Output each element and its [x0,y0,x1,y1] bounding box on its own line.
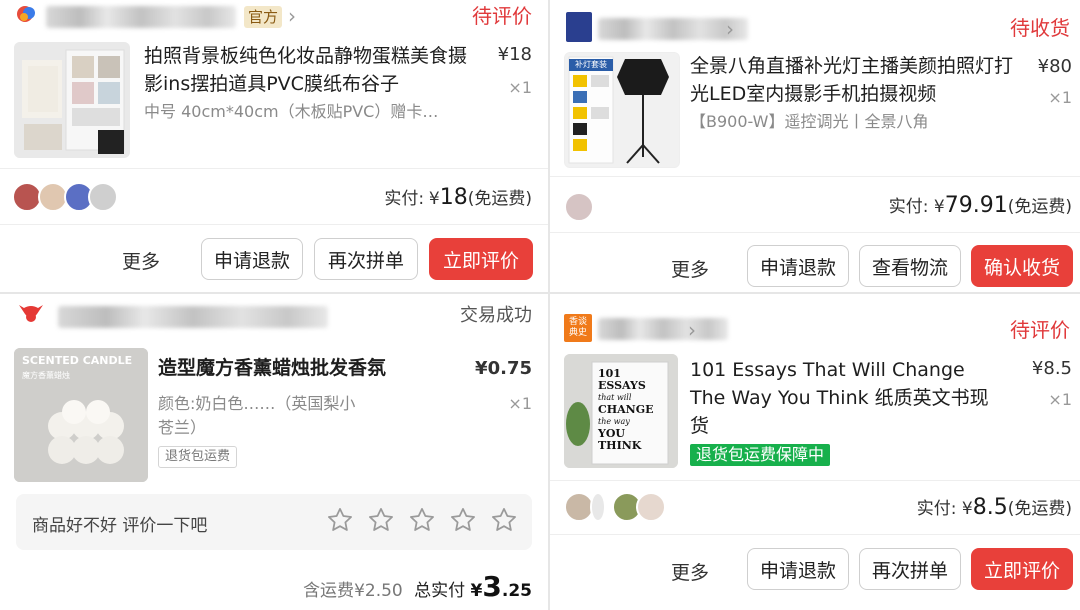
product-thumbnail[interactable]: 补灯套装 [564,52,680,168]
product-spec[interactable]: 中号 40cm*40cm（木板贴PVC）赠卡… [144,100,482,124]
paid-amount: 实付: ¥8.5(免运费) [916,495,1072,520]
avatar [88,182,118,212]
paid-amount: 实付: ¥18(免运费) [384,185,532,210]
order-status: 待收货 [1010,16,1070,40]
return-shipping-guarantee-tag: 退货包运费保障中 [690,444,831,466]
shop-logo[interactable] [16,302,46,328]
product-thumbnail[interactable]: 101 ESSAYS that will CHANGE the way YOU … [564,354,678,468]
product-quantity: ×1 [508,394,532,413]
more-button[interactable]: 更多 [122,247,160,274]
thumbnail-sublabel: 魔方香薰蜡烛 [22,371,70,380]
review-prompt-text: 商品好不好 评价一下吧 [32,516,208,536]
thumbnail-label: 补灯套装 [569,59,613,71]
chevron-right-icon[interactable]: › [726,19,734,39]
order-status: 待评价 [1010,318,1070,342]
product-price: ¥8.5 [1031,358,1072,379]
avatar [590,492,606,522]
book-cover-text: 101 ESSAYS that will CHANGE the way YOU … [598,367,654,452]
more-button[interactable]: 更多 [671,255,709,282]
refund-button[interactable]: 申请退款 [747,548,849,590]
shop-logo[interactable] [566,12,592,42]
product-title[interactable]: 造型魔方香薰蜡烛批发香氛 [158,354,386,382]
product-quantity: ×1 [508,78,532,97]
product-thumbnail[interactable] [14,42,130,158]
product-quantity: ×1 [1048,88,1072,107]
review-button[interactable]: 立即评价 [971,548,1073,590]
refund-button[interactable]: 申请退款 [201,238,303,280]
product-price: ¥80 [1037,56,1072,77]
chevron-right-icon[interactable]: › [288,6,296,26]
review-prompt-box[interactable]: 商品好不好 评价一下吧 [16,494,532,550]
star-icon[interactable] [449,506,477,538]
divider [550,480,1080,481]
order-total: 含运费¥2.50 总实付 ¥3.25 [303,570,532,603]
product-spec[interactable]: 颜色:奶白色……（英国梨小苍兰） [158,392,370,440]
product-thumbnail[interactable]: SCENTED CANDLE 魔方香薰蜡烛 [14,348,148,482]
product-title[interactable]: 101 Essays That Will Change The Way You … [690,356,1000,440]
order-card-1: 官方 › 待评价 拍照背景板纯色化妆品静物蛋糕美食摄影ins摆拍道具PVC膜纸布… [0,0,548,292]
product-quantity: ×1 [1048,390,1072,409]
star-rating[interactable] [326,506,518,538]
product-price: ¥0.75 [475,358,532,379]
avatar [636,492,666,522]
reorder-button[interactable]: 再次拼单 [314,238,418,280]
product-title[interactable]: 拍照背景板纯色化妆品静物蛋糕美食摄影ins摆拍道具PVC膜纸布谷子 [144,42,482,98]
divider [0,168,548,169]
shop-name[interactable] [598,318,728,340]
avatar[interactable] [564,192,594,222]
confirm-receipt-button[interactable]: 确认收货 [971,245,1073,287]
paid-amount: 实付: ¥79.91(免运费) [888,193,1072,218]
official-badge: 官方 [244,6,282,28]
star-icon[interactable] [326,506,354,538]
shop-name[interactable] [58,306,328,328]
logistics-button[interactable]: 查看物流 [859,245,961,287]
order-card-2: › 待收货 补灯套装 全景八角直播补光灯主播美颜拍照灯打光LED室内摄影手机拍摄… [550,0,1080,292]
thumbnail-label: SCENTED CANDLE [22,354,133,367]
shop-logo[interactable]: 香谈 典史 [564,314,592,342]
divider [550,534,1080,535]
star-icon[interactable] [367,506,395,538]
product-price: ¥18 [497,44,532,65]
shop-name[interactable] [46,6,236,28]
more-button[interactable]: 更多 [671,558,709,585]
chevron-right-icon[interactable]: › [688,320,696,340]
refund-button[interactable]: 申请退款 [747,245,849,287]
product-title[interactable]: 全景八角直播补光灯主播美颜拍照灯打光LED室内摄影手机拍摄视频 [690,52,1020,108]
reorder-button[interactable]: 再次拼单 [859,548,961,590]
order-card-4: 香谈 典史 › 待评价 101 ESSAYS that will CHANGE … [550,294,1080,610]
return-shipping-tag: 退货包运费 [158,446,238,468]
shop-logo[interactable] [14,4,40,28]
order-card-3: 交易成功 SCENTED CANDLE 魔方香薰蜡烛 造型魔方香薰蜡烛批发香氛 … [0,294,548,610]
order-status: 待评价 [472,4,532,28]
divider [550,176,1080,177]
divider [550,232,1080,233]
divider [0,224,548,225]
star-icon[interactable] [490,506,518,538]
order-status: 交易成功 [460,305,532,326]
review-button[interactable]: 立即评价 [429,238,533,280]
star-icon[interactable] [408,506,436,538]
product-spec[interactable]: 【B900-W】遥控调光丨全景八角 [690,110,928,134]
